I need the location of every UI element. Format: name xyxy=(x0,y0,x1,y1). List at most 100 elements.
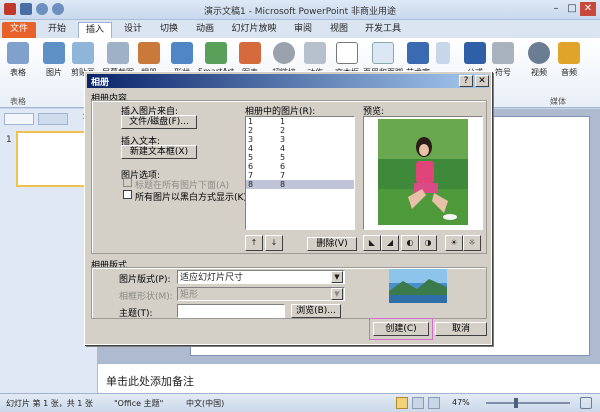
status-bar: 幻灯片 第 1 张，共 1 张 "Office 主题" 中文(中国) 47% xyxy=(0,393,600,412)
textbox-icon xyxy=(336,42,358,64)
tab-slideshow[interactable]: 幻灯片放映 xyxy=(226,22,282,38)
audio-icon xyxy=(558,42,580,64)
maximize-icon[interactable]: □ xyxy=(564,2,580,16)
audio-button[interactable]: 音频 xyxy=(556,42,582,86)
list-item[interactable]: 33 xyxy=(246,135,354,144)
wordart-icon xyxy=(407,42,429,64)
slide-thumbnail[interactable] xyxy=(16,131,90,187)
theme-input[interactable] xyxy=(177,304,285,318)
shapes-icon xyxy=(171,42,193,64)
list-item-picture: 7 xyxy=(280,171,286,180)
brightness-down-icon[interactable]: ☼ xyxy=(463,235,481,251)
title-bar: 演示文稿1 - Microsoft PowerPoint 非商业用途 – □ ✕ xyxy=(0,0,600,20)
dialog-title: 相册 xyxy=(87,74,489,88)
rotate-left-icon[interactable]: ◣ xyxy=(363,235,381,251)
cancel-button[interactable]: 取消 xyxy=(435,322,487,336)
frame-shape-label: 相框形状(M): xyxy=(119,292,173,302)
tab-view[interactable]: 视图 xyxy=(324,22,354,38)
tab-animations[interactable]: 动画 xyxy=(190,22,220,38)
list-item-index: 1 xyxy=(248,117,254,126)
new-textbox-button[interactable]: 新建文本框(X) xyxy=(121,145,197,159)
outline-tab[interactable] xyxy=(38,113,68,125)
picture-layout-dropdown-icon[interactable]: ▼ xyxy=(331,271,343,283)
picture-icon xyxy=(43,42,65,64)
help-icon[interactable]: ? xyxy=(459,75,473,87)
picture-layout-select[interactable]: 适应幻灯片尺寸 xyxy=(177,270,345,284)
normal-view-icon[interactable] xyxy=(396,397,408,409)
create-button[interactable]: 创建(C) xyxy=(373,322,429,336)
list-item[interactable]: 77 xyxy=(246,171,354,180)
list-item-picture: 6 xyxy=(280,162,286,171)
theme-label: 主题(T): xyxy=(119,309,153,319)
list-item-index: 4 xyxy=(248,144,254,153)
rotate-right-icon[interactable]: ◢ xyxy=(381,235,399,251)
list-item[interactable]: 44 xyxy=(246,144,354,153)
tab-transitions[interactable]: 切换 xyxy=(154,22,184,38)
fit-window-icon[interactable] xyxy=(580,397,592,409)
equation-icon xyxy=(464,42,486,64)
video-icon xyxy=(528,42,550,64)
list-item[interactable]: 55 xyxy=(246,153,354,162)
close-window-icon[interactable]: ✕ xyxy=(580,2,596,16)
frame-shape-dropdown-icon[interactable]: ▼ xyxy=(331,288,343,300)
black-white-checkbox[interactable] xyxy=(123,190,132,199)
zoom-slider[interactable] xyxy=(486,402,570,404)
list-item-picture: 4 xyxy=(280,144,286,153)
file-disk-button[interactable]: 文件/磁盘(F)... xyxy=(121,115,197,129)
frame-shape-select[interactable]: 矩形 xyxy=(177,287,345,301)
language: 中文(中国) xyxy=(186,399,225,408)
group-label-tables: 表格 xyxy=(10,97,26,106)
list-item[interactable]: 66 xyxy=(246,162,354,171)
picture-button[interactable]: 图片 xyxy=(40,42,68,86)
list-item-index: 8 xyxy=(248,180,254,189)
list-item-index: 6 xyxy=(248,162,254,171)
tab-developer[interactable]: 开发工具 xyxy=(360,22,406,38)
list-item-picture: 5 xyxy=(280,153,286,162)
picture-layout-label: 图片版式(P): xyxy=(119,275,171,285)
list-item-index: 7 xyxy=(248,171,254,180)
caption-checkbox[interactable] xyxy=(123,178,132,187)
tab-file[interactable]: 文件 xyxy=(2,22,36,38)
reading-view-icon[interactable] xyxy=(428,397,440,409)
dialog-close-icon[interactable]: ✕ xyxy=(475,75,489,87)
table-button[interactable]: 表格 xyxy=(4,42,32,86)
minimize-icon[interactable]: – xyxy=(548,2,564,16)
action-icon xyxy=(304,42,326,64)
theme-name: "Office 主题" xyxy=(114,399,164,408)
tab-home[interactable]: 开始 xyxy=(42,22,72,38)
tab-review[interactable]: 审阅 xyxy=(288,22,318,38)
list-item-picture: 3 xyxy=(280,135,286,144)
hyperlink-icon xyxy=(273,42,295,64)
slides-tab[interactable] xyxy=(4,113,34,125)
list-item-picture: 1 xyxy=(280,117,286,126)
zoom-thumb[interactable] xyxy=(514,398,518,408)
list-item-index: 5 xyxy=(248,153,254,162)
sorter-view-icon[interactable] xyxy=(412,397,424,409)
list-item-index: 2 xyxy=(248,126,254,135)
pictures-listbox[interactable]: 1122334455667788 xyxy=(245,116,355,230)
list-item[interactable]: 22 xyxy=(246,126,354,135)
date-time-icon xyxy=(436,42,450,64)
video-button[interactable]: 视频 xyxy=(526,42,552,86)
clipart-icon xyxy=(72,42,94,64)
tab-design[interactable]: 设计 xyxy=(118,22,148,38)
list-item-picture: 8 xyxy=(280,180,286,189)
tab-insert[interactable]: 插入 xyxy=(78,22,112,38)
layout-preview-image xyxy=(389,269,447,303)
symbol-icon xyxy=(492,42,514,64)
browse-button[interactable]: 浏览(B)... xyxy=(291,304,341,318)
window-title: 演示文稿1 - Microsoft PowerPoint 非商业用途 xyxy=(204,7,396,17)
notes-pane[interactable]: 单击此处添加备注 xyxy=(98,363,600,393)
contrast-up-icon[interactable]: ◐ xyxy=(401,235,419,251)
list-item[interactable]: 88 xyxy=(246,180,354,189)
slide-number: 1 xyxy=(6,135,12,145)
delete-button[interactable]: 删除(V) xyxy=(307,237,357,251)
brightness-up-icon[interactable]: ☀ xyxy=(445,235,463,251)
contrast-down-icon[interactable]: ◑ xyxy=(419,235,437,251)
move-down-button[interactable]: ↓ xyxy=(265,235,283,251)
screenshot-icon xyxy=(107,42,129,64)
symbol-button[interactable]: 符号 xyxy=(490,42,516,86)
move-up-button[interactable]: ↑ xyxy=(245,235,263,251)
preview-pane xyxy=(363,116,483,230)
list-item[interactable]: 11 xyxy=(246,117,354,126)
